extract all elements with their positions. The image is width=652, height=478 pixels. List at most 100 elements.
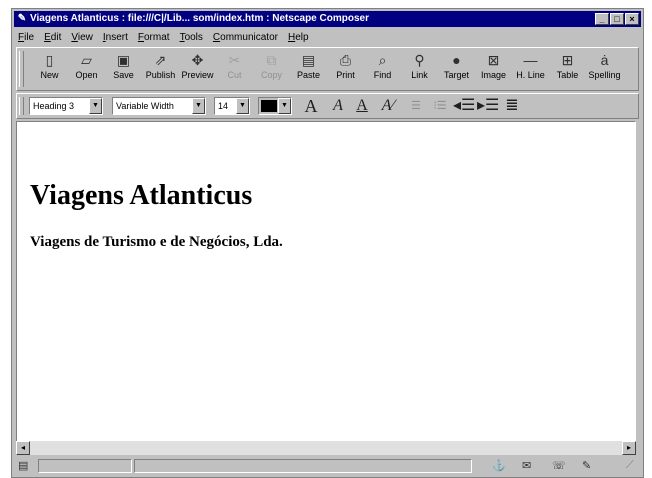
font-size-decrease-button[interactable]: A <box>300 96 322 116</box>
menu-communicator[interactable]: Communicator <box>209 32 284 43</box>
title-bar[interactable]: ✎ Viagens Atlanticus : file:///C|/Lib...… <box>14 11 641 27</box>
status-progress-box <box>38 459 132 473</box>
toolbar-button-label: Link <box>411 70 428 80</box>
page-heading[interactable]: Viagens Atlanticus <box>30 180 252 212</box>
status-bar: ▤ ⚓ ✉ ☏ ✎ ⟋ <box>14 457 641 475</box>
toolbar-button-label: Copy <box>260 70 282 80</box>
maximize-button[interactable]: □ <box>610 13 624 25</box>
font-size-value: 14 <box>218 101 229 111</box>
composer-icon[interactable]: ✎ <box>582 459 591 472</box>
toolbar-button-save[interactable]: ▣ Save <box>105 50 142 88</box>
floppy-disk-icon: ▣ <box>116 52 131 68</box>
toolbar-button-image[interactable]: ⊠ Image <box>475 50 512 88</box>
publish-icon: ⇗ <box>154 52 167 68</box>
document-editing-area[interactable]: Viagens Atlanticus Viagens de Turismo e … <box>16 121 636 443</box>
toolbar-button-label: Table <box>556 70 579 80</box>
toolbar-button-label: Open <box>75 70 98 80</box>
toolbar-button-label: Cut <box>227 70 242 80</box>
toolbar-button-label: Spelling <box>588 70 621 80</box>
table-icon: ⊞ <box>561 52 574 68</box>
document-info-icon[interactable]: ▤ <box>18 459 28 472</box>
toolbar-button-h-line[interactable]: — H. Line <box>512 50 549 88</box>
menu-bar: File Edit View Insert Format Tools Commu… <box>14 29 641 45</box>
toolbar-button-target[interactable]: ● Target <box>438 50 475 88</box>
copy-icon: ⧉ <box>266 52 277 68</box>
font-size-increase-button[interactable]: A <box>327 96 349 116</box>
toolbar-button-table[interactable]: ⊞ Table <box>549 50 586 88</box>
discussion-icon[interactable]: ☏ <box>552 459 566 472</box>
resize-grip-icon[interactable]: ⟋ <box>626 459 634 472</box>
chevron-down-icon[interactable]: ▼ <box>278 98 291 114</box>
toolbar-button-find[interactable]: ⌕ Find <box>364 50 401 88</box>
chevron-down-icon[interactable]: ▼ <box>236 98 249 114</box>
toolbar-button-label: New <box>40 70 59 80</box>
numbered-list-button[interactable]: ⁝☰ <box>429 96 451 116</box>
printer-icon: ⎙ <box>339 52 352 68</box>
horizontal-line-icon: — <box>523 52 538 68</box>
target-icon: ● <box>452 52 461 68</box>
menu-tools[interactable]: Tools <box>176 32 209 43</box>
preview-icon: ✥ <box>191 52 204 68</box>
toolbar-button-label: Find <box>373 70 392 80</box>
increase-indent-button[interactable]: ▸☰ <box>477 96 499 116</box>
toolbar-button-label: Publish <box>145 70 176 80</box>
image-icon: ⊠ <box>487 52 500 68</box>
font-value: Variable Width <box>116 101 174 111</box>
menu-help[interactable]: Help <box>284 32 315 43</box>
toolbar-grip[interactable] <box>19 51 24 87</box>
netscape-app-icon[interactable]: ✎ <box>16 13 28 25</box>
text-color-picker[interactable]: ▼ <box>258 97 292 115</box>
composition-toolbar: ▯ New ▱ Open ▣ Save ⇗ Publish ✥ Preview ✂ Cut ⧉ Copy ▤… <box>16 47 639 91</box>
toolbar-button-preview[interactable]: ✥ Preview <box>179 50 216 88</box>
font-select[interactable]: Variable Width ▼ <box>112 97 206 115</box>
toolbar-button-copy: ⧉ Copy <box>253 50 290 88</box>
toolbar-button-label: H. Line <box>516 70 545 80</box>
toolbar-button-paste[interactable]: ▤ Paste <box>290 50 327 88</box>
toolbar-button-print[interactable]: ⎙ Print <box>327 50 364 88</box>
formatting-toolbar: Heading 3 ▼ Variable Width ▼ 14 ▼ ▼ AAAA… <box>16 93 639 119</box>
bold-button[interactable]: A <box>351 96 373 116</box>
paste-icon: ▤ <box>301 52 316 68</box>
toolbar-button-label: Target <box>443 70 469 80</box>
menu-format[interactable]: Format <box>134 32 176 43</box>
page-subheading[interactable]: Viagens de Turismo e de Negócios, Lda. <box>30 234 283 251</box>
menu-edit[interactable]: Edit <box>40 32 67 43</box>
bullet-list-button[interactable]: ☰ <box>405 96 427 116</box>
status-text-box <box>134 459 472 473</box>
decrease-indent-button[interactable]: ◂☰ <box>453 96 475 116</box>
toolbar-button-label: Paste <box>296 70 320 80</box>
menu-insert[interactable]: Insert <box>99 32 134 43</box>
toolbar-button-publish[interactable]: ⇗ Publish <box>142 50 179 88</box>
chevron-down-icon[interactable]: ▼ <box>89 98 102 114</box>
chevron-down-icon[interactable]: ▼ <box>192 98 205 114</box>
toolbar-button-label: Save <box>113 70 134 80</box>
menu-file[interactable]: File <box>14 32 40 43</box>
toolbar-button-new[interactable]: ▯ New <box>31 50 68 88</box>
font-size-select[interactable]: 14 ▼ <box>214 97 250 115</box>
toolbar-button-spelling[interactable]: ȧ Spelling <box>586 50 623 88</box>
composer-window: ✎ Viagens Atlanticus : file:///C|/Lib...… <box>11 8 644 478</box>
text-color-swatch <box>261 100 277 112</box>
find-icon: ⌕ <box>378 52 387 68</box>
toolbar-button-label: Print <box>336 70 355 80</box>
paragraph-style-value: Heading 3 <box>33 101 75 111</box>
link-icon: ⚲ <box>414 52 425 68</box>
scroll-left-button[interactable]: ◂ <box>16 441 30 455</box>
alignment-button[interactable]: ≣ <box>501 96 523 116</box>
navigator-icon[interactable]: ⚓ <box>492 459 506 472</box>
horizontal-scrollbar[interactable]: ◂ ▸ <box>16 441 636 455</box>
close-button[interactable]: × <box>625 13 639 25</box>
toolbar-button-cut: ✂ Cut <box>216 50 253 88</box>
toolbar-button-link[interactable]: ⚲ Link <box>401 50 438 88</box>
formatting-toolbar-grip[interactable] <box>19 97 24 115</box>
mail-icon[interactable]: ✉ <box>522 459 531 472</box>
paragraph-style-select[interactable]: Heading 3 ▼ <box>29 97 103 115</box>
menu-view[interactable]: View <box>67 32 99 43</box>
open-folder-icon: ▱ <box>81 52 92 68</box>
scroll-right-button[interactable]: ▸ <box>622 441 636 455</box>
toolbar-button-open[interactable]: ▱ Open <box>68 50 105 88</box>
minimize-button[interactable]: _ <box>595 13 609 25</box>
clear-styles-button[interactable]: A⁄ <box>377 96 399 116</box>
spelling-icon: ȧ <box>600 52 609 68</box>
toolbar-button-label: Image <box>480 70 506 80</box>
